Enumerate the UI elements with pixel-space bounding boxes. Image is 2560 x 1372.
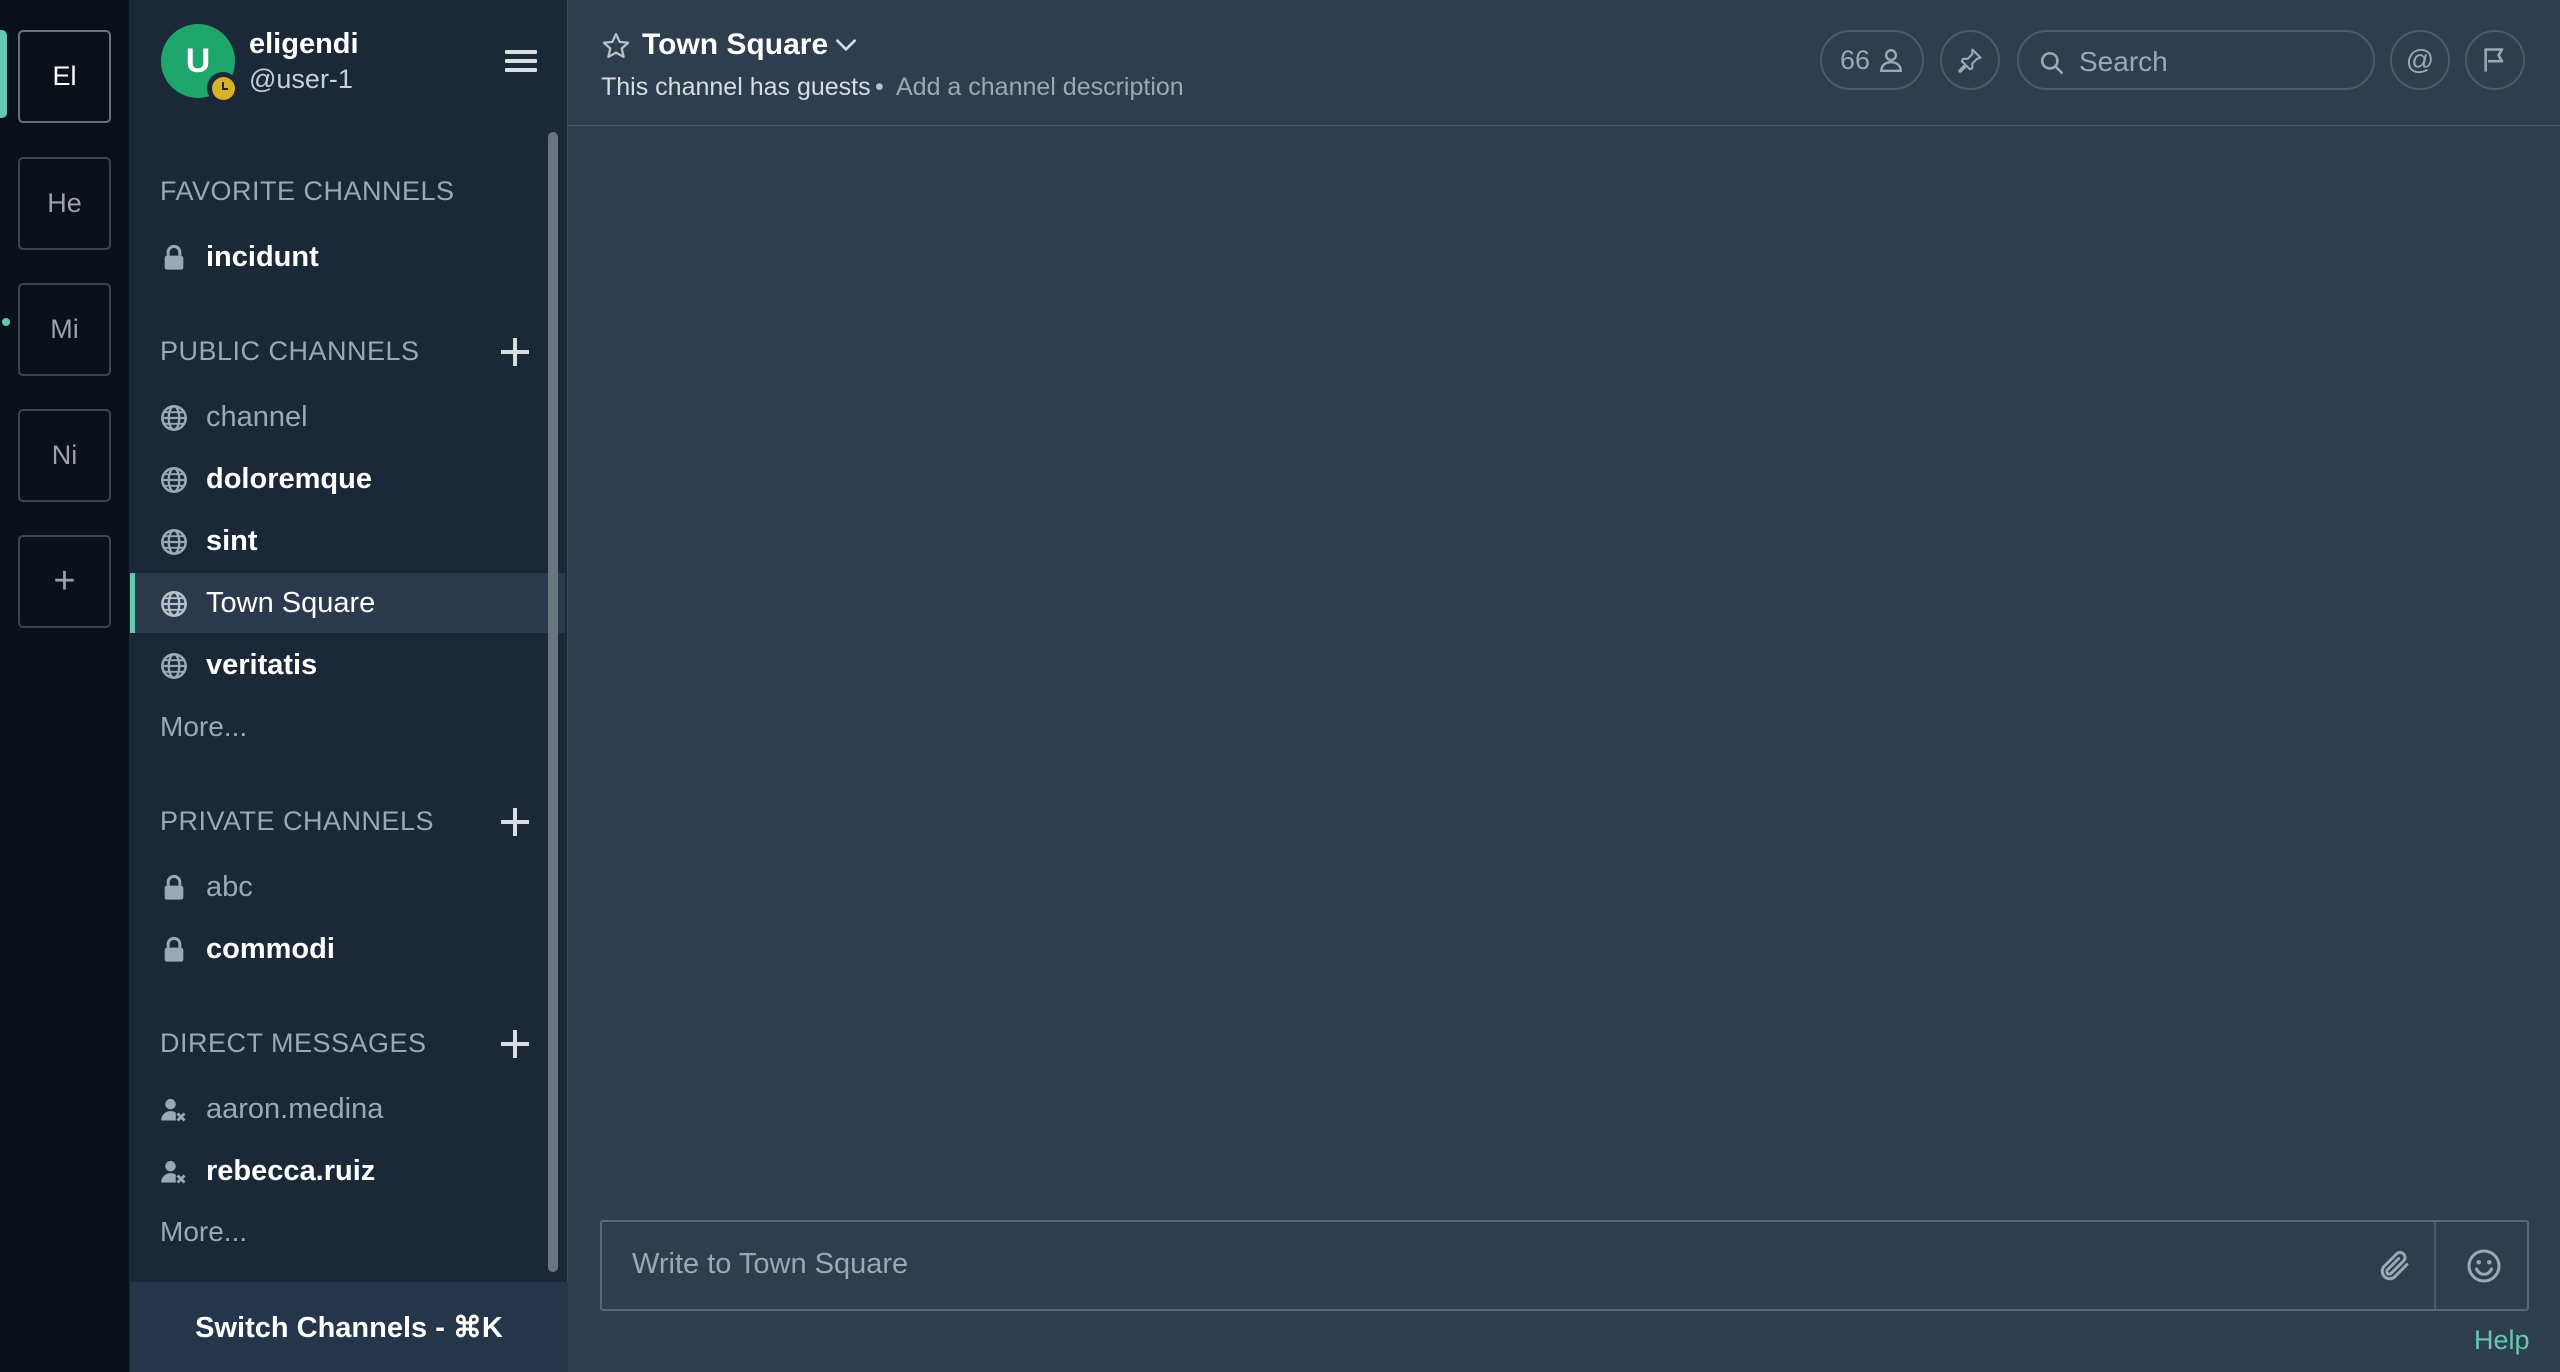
team-unread-dot [2,318,10,326]
sidebar-item-label: doloremque [206,462,372,495]
search-icon [2040,51,2064,75]
user-username: @user-1 [249,64,353,94]
globe-icon [161,591,187,617]
sidebar-item-doloremque[interactable]: doloremque [130,449,565,509]
channel-sidebar: U eligendi @user-1 FAVORITE CHANNELS inc… [130,0,568,1372]
team-button-ni[interactable]: Ni [18,409,111,502]
sidebar-item-label: incidunt [206,240,319,273]
sidebar-item-label: veritatis [206,648,318,681]
user-display-name: eligendi [249,28,359,60]
add-team-button[interactable]: + [18,535,111,628]
private-channels-heading: PRIVATE CHANNELS [160,806,435,836]
lock-icon [164,874,184,900]
add-description-link[interactable]: Add a channel description [896,73,1184,102]
sidebar-item-label: Town Square [206,586,376,619]
globe-icon [161,467,187,493]
lock-icon [164,936,184,962]
emoji-icon[interactable] [2466,1248,2502,1284]
more-public-channels-link[interactable]: More... [160,711,247,743]
sidebar-header: U eligendi @user-1 [130,0,568,126]
member-count: 66 [1839,44,1871,75]
star-icon[interactable] [601,31,631,61]
more-direct-messages-link[interactable]: More... [160,1216,247,1248]
away-status-icon [207,72,239,104]
direct-messages-heading: DIRECT MESSAGES [160,1028,427,1058]
channel-title[interactable]: Town Square [642,28,828,62]
add-public-channel-button[interactable] [498,335,532,369]
team-sidebar: El He Mi Ni + [0,0,130,1372]
guest-notice: This channel has guests [601,73,871,101]
team-button-el[interactable]: El [18,30,111,123]
add-direct-message-button[interactable] [498,1027,532,1061]
deactivated-user-icon [161,1098,186,1122]
sidebar-item-sint[interactable]: sint [130,511,565,571]
favorite-channels-heading: FAVORITE CHANNELS [160,176,455,206]
lock-icon [164,244,184,270]
header-separator: • [875,73,884,101]
add-private-channel-button[interactable] [498,805,532,839]
message-input[interactable]: Write to Town Square [632,1248,908,1281]
composer-divider [2434,1222,2436,1309]
sidebar-item-commodi[interactable]: commodi [130,919,565,979]
channel-header: Town Square This channel has guests • Ad… [568,0,2560,126]
member-icon [1880,49,1902,73]
recent-mentions-button[interactable]: @ [2390,30,2450,90]
search-placeholder: Search [2079,46,2168,77]
sidebar-item-label: commodi [206,932,335,965]
main-content: Town Square This channel has guests • Ad… [568,0,2560,1372]
globe-icon [161,529,187,555]
pin-icon [1958,48,1982,73]
sidebar-item-town-square[interactable]: Town Square [130,573,565,633]
hamburger-menu-icon[interactable] [505,50,537,74]
flag-icon [2484,48,2504,72]
globe-icon [161,653,187,679]
public-channels-heading: PUBLIC CHANNELS [160,336,420,366]
deactivated-user-icon [161,1160,186,1184]
chevron-down-icon[interactable] [833,32,859,58]
sidebar-item-aaron-medina[interactable]: aaron.medina [130,1079,565,1139]
app-window: El He Mi Ni + U eligendi @user-1 FAVORIT… [0,0,2560,1372]
sidebar-item-label: sint [206,524,258,557]
switch-channels-button[interactable]: Switch Channels - ⌘K [130,1282,568,1372]
members-button[interactable]: 66 [1820,30,1924,90]
sidebar-item-label: aaron.medina [206,1092,384,1125]
sidebar-item-incidunt[interactable]: incidunt [130,227,565,287]
paperclip-icon[interactable] [2377,1248,2413,1284]
flagged-posts-button[interactable] [2465,30,2525,90]
sidebar-item-abc[interactable]: abc [130,857,565,917]
message-composer[interactable]: Write to Town Square [600,1220,2529,1311]
search-input[interactable]: Search [2017,30,2375,90]
sidebar-item-label: rebecca.ruiz [206,1154,376,1187]
sidebar-item-veritatis[interactable]: veritatis [130,635,565,695]
sidebar-item-label: channel [206,400,308,433]
sidebar-item-channel[interactable]: channel [130,387,565,447]
sidebar-item-rebecca-ruiz[interactable]: rebecca.ruiz [130,1141,565,1201]
sidebar-scrollbar[interactable] [548,132,558,1272]
sidebar-item-label: abc [206,870,253,903]
team-button-mi[interactable]: Mi [18,283,111,376]
pinned-messages-button[interactable] [1940,30,2000,90]
active-team-indicator [0,30,7,118]
help-link[interactable]: Help [2474,1325,2530,1356]
at-mention-icon: @ [2405,44,2435,75]
globe-icon [161,405,187,431]
team-button-he[interactable]: He [18,157,111,250]
